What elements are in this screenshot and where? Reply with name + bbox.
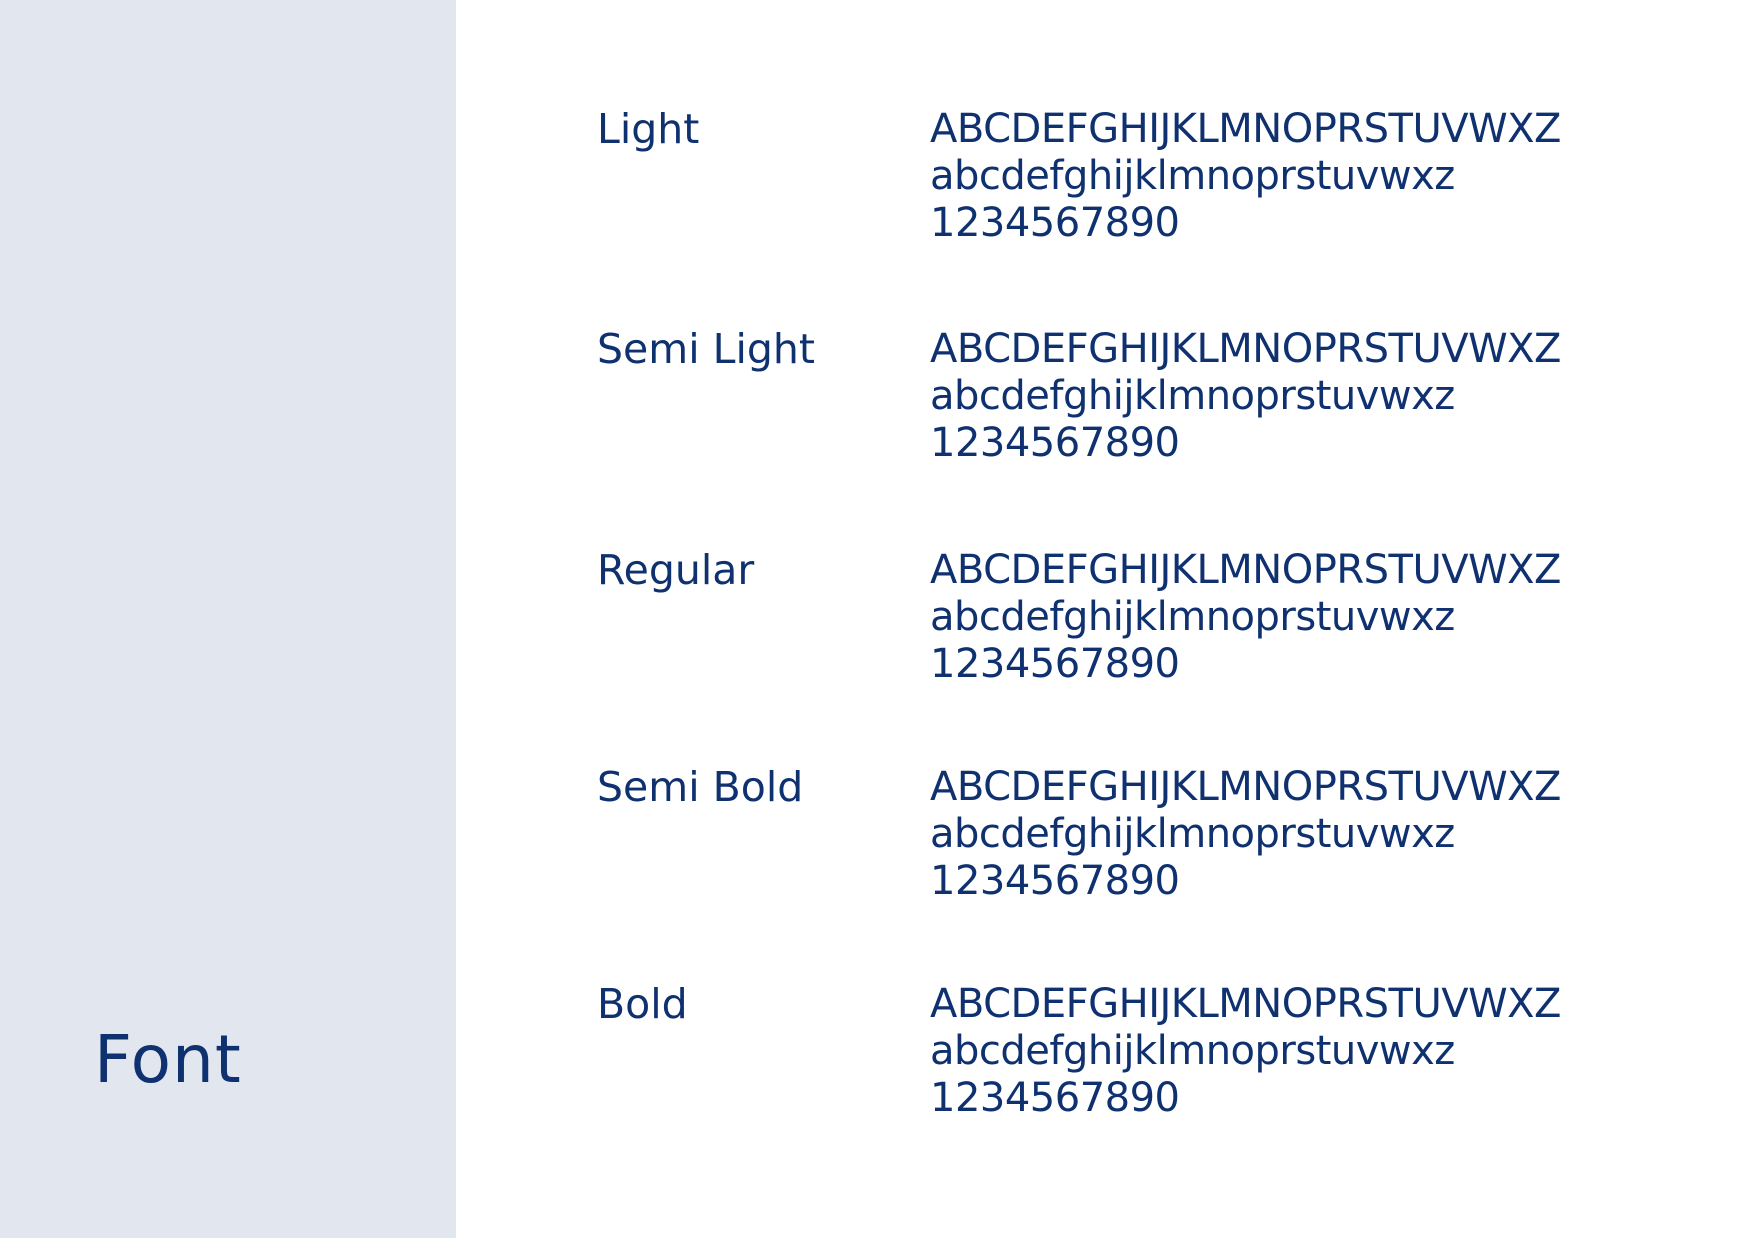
specimen-digits: 1234567890 xyxy=(930,1075,1180,1121)
weight-label: Semi Bold xyxy=(597,763,804,811)
weight-label: Bold xyxy=(597,980,688,1028)
weight-row-light: Light ABCDEFGHIJKLMNOPRSTUVWXZ abcdefghi… xyxy=(597,106,1727,256)
specimen-uppercase: ABCDEFGHIJKLMNOPRSTUVWXZ xyxy=(930,764,1561,810)
specimen-block: ABCDEFGHIJKLMNOPRSTUVWXZ abcdefghijklmno… xyxy=(930,547,1561,688)
specimen-uppercase: ABCDEFGHIJKLMNOPRSTUVWXZ xyxy=(930,981,1561,1027)
specimen-lowercase: abcdefghijklmnoprstuvwxz xyxy=(930,153,1455,199)
page-title: Font xyxy=(94,1021,242,1098)
specimen-lowercase: abcdefghijklmnoprstuvwxz xyxy=(930,373,1455,419)
specimen-digits: 1234567890 xyxy=(930,858,1180,904)
weight-row-bold: Bold ABCDEFGHIJKLMNOPRSTUVWXZ abcdefghij… xyxy=(597,981,1727,1131)
specimen-digits: 1234567890 xyxy=(930,420,1180,466)
specimen-block: ABCDEFGHIJKLMNOPRSTUVWXZ abcdefghijklmno… xyxy=(930,981,1561,1122)
specimen-uppercase: ABCDEFGHIJKLMNOPRSTUVWXZ xyxy=(930,326,1561,372)
specimen-uppercase: ABCDEFGHIJKLMNOPRSTUVWXZ xyxy=(930,547,1561,593)
weight-row-regular: Regular ABCDEFGHIJKLMNOPRSTUVWXZ abcdefg… xyxy=(597,547,1727,697)
specimen-digits: 1234567890 xyxy=(930,200,1180,246)
specimen-uppercase: ABCDEFGHIJKLMNOPRSTUVWXZ xyxy=(930,106,1561,152)
weight-label: Light xyxy=(597,105,700,153)
weight-label: Regular xyxy=(597,546,755,594)
sidebar-panel: Font xyxy=(0,0,456,1238)
specimen-block: ABCDEFGHIJKLMNOPRSTUVWXZ abcdefghijklmno… xyxy=(930,764,1561,905)
font-specimen-panel: Light ABCDEFGHIJKLMNOPRSTUVWXZ abcdefghi… xyxy=(456,0,1754,1238)
specimen-digits: 1234567890 xyxy=(930,641,1180,687)
specimen-lowercase: abcdefghijklmnoprstuvwxz xyxy=(930,811,1455,857)
specimen-block: ABCDEFGHIJKLMNOPRSTUVWXZ abcdefghijklmno… xyxy=(930,326,1561,467)
weight-row-semi-bold: Semi Bold ABCDEFGHIJKLMNOPRSTUVWXZ abcde… xyxy=(597,764,1727,914)
specimen-block: ABCDEFGHIJKLMNOPRSTUVWXZ abcdefghijklmno… xyxy=(930,106,1561,247)
weight-row-semi-light: Semi Light ABCDEFGHIJKLMNOPRSTUVWXZ abcd… xyxy=(597,326,1727,476)
specimen-lowercase: abcdefghijklmnoprstuvwxz xyxy=(930,1028,1455,1074)
weight-label: Semi Light xyxy=(597,325,815,373)
specimen-lowercase: abcdefghijklmnoprstuvwxz xyxy=(930,594,1455,640)
